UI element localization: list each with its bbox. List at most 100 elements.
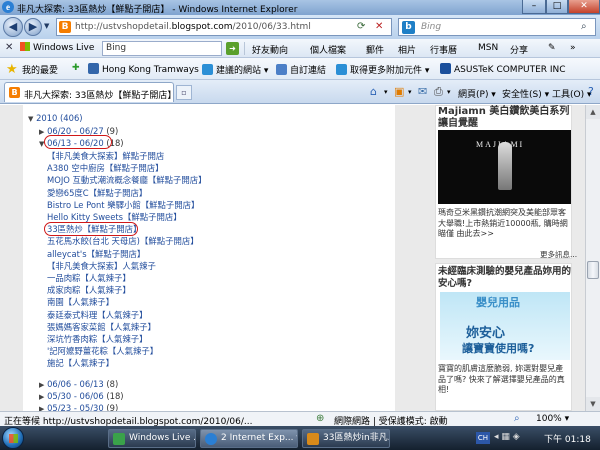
recent-pages-dropdown[interactable]: ▼ [44,22,49,30]
zoom-icon[interactable]: ⌕ [514,413,520,424]
address-bar[interactable]: B http://ustvshopdetail.blogspot.com/201… [56,18,392,36]
fav-asustek[interactable]: ASUSTeK COMPUTER INC [440,63,566,75]
refresh-icon[interactable]: ⟳ [357,21,365,32]
archive-post-link[interactable]: Bistro Le Pont 樂驛小館【鮮點子開店】 [47,199,199,211]
print-dropdown-icon[interactable]: ▾ [447,88,451,96]
wl-item-friends[interactable]: 好友動向 [252,43,288,56]
archive-week[interactable]: ▶ 05/23 - 05/30 (9) [39,403,118,411]
wl-item-share[interactable]: 分享 [510,43,528,56]
archive-post-link[interactable]: MOJO 互動式潮流概念餐廳【鮮點子開店】 [47,174,207,186]
help-icon[interactable]: ? [588,85,594,98]
wl-item-calendar[interactable]: 行事曆 [430,43,457,56]
ad-majiami[interactable]: Majiamn 美白鑽飲美白系列 讓自覺醒 MAJIAMI 瑪奇亞米黑鑽抗潮網突… [435,105,577,259]
archive-post-link[interactable]: 一品肉粽【人氣辣子】 [47,272,131,284]
task-internet-explorer[interactable]: 2 Internet Exp... ▾ [200,429,298,448]
wl-item-profile[interactable]: 個人檔案 [310,43,346,56]
blog-archive: ▼ 2010 (406) ▶ 06/20 - 06/27 (9) ▼ 06/13… [23,105,395,411]
post-title: 【非凡美食大探索】人氣辣子 [47,260,156,271]
week-count: (9) [106,126,119,136]
archive-post-link[interactable]: 泰廷泰式料理【人氣辣子】 [47,309,148,321]
fav-hong-kong-tramways[interactable]: Hong Kong Tramways [88,63,199,75]
home-icon[interactable]: ⌂ [370,85,377,98]
language-indicator[interactable]: CH [476,432,490,444]
print-icon[interactable]: ⎙ [434,85,443,99]
clock[interactable]: 下午 01:18 [544,432,591,445]
highlight-circle [44,135,112,149]
page-menu[interactable]: 網頁(P) ▾ [458,87,496,100]
ad-model-figure [498,142,512,190]
ad-baby-products[interactable]: 未經臨床測驗的嬰兒產品妳用的安心嗎? 嬰兒用品 妳安心 讓寶寶使用嗎? 寶寶的肌… [435,263,572,411]
ie-logo-icon: e [2,1,14,13]
feed-dropdown-icon[interactable]: ▾ [408,88,412,96]
favorites-button[interactable]: 我的最愛 [22,63,58,76]
post-title: 五花馬水餃(台北 天母店)【鮮點子開店】 [47,236,199,247]
taskbar: Windows Live ... 2 Internet Exp... ▾ 33區… [0,426,600,450]
archive-post-link[interactable]: 【非凡美食大探索】人氣辣子 [47,260,156,272]
favorites-star-icon[interactable]: ★ [6,62,18,77]
ad-video[interactable]: MAJIAMI [438,130,571,204]
archive-post-link[interactable]: 深坑竹香肉粽【人氣辣子】 [47,333,148,345]
archive-week[interactable]: ▶ 06/06 - 06/13 (8) [39,379,118,389]
window-title: 非凡大探索: 33區熱炒【鮮點子開店】 - Windows Internet E… [17,5,298,15]
close-button[interactable]: ✕ [568,0,600,14]
fav-label: 建議的網站 ▾ [216,66,269,76]
fav-custom-links[interactable]: 自訂連結 [276,63,326,76]
stop-icon[interactable]: ✕ [375,21,383,32]
task-video-player[interactable]: 33區熱炒in非凡... [302,429,390,448]
fav-label: Hong Kong Tramways [102,65,199,75]
wl-search-go-icon[interactable]: ➜ [226,42,239,55]
maximize-button[interactable]: □ [546,0,568,14]
minimize-button[interactable]: – [522,0,546,14]
archive-post-link[interactable]: 五花馬水餃(台北 天母店)【鮮點子開店】 [47,235,199,247]
scroll-up-icon[interactable]: ▲ [586,105,600,119]
toolbar-close-icon[interactable]: ✕ [5,42,13,53]
post-title: 一品肉粽【人氣辣子】 [47,273,131,283]
archive-post-link[interactable]: 【非凡美食大探索】鮮點子開店 [47,150,164,162]
scroll-thumb[interactable] [587,261,599,279]
start-button[interactable] [2,427,24,449]
new-tab-button[interactable]: ▫ [176,85,192,100]
tab-active[interactable]: B 非凡大探索: 33區熱炒【鮮點子開店】 [4,82,176,102]
mail-icon[interactable]: ✉ [418,85,427,98]
collapsed-arrow-icon: ▶ [39,128,45,136]
ad-more-link[interactable]: 更多訊息... [540,249,577,260]
archive-post-link[interactable]: 南園【人氣辣子】 [47,296,114,308]
tray-icons[interactable]: ◂ ▦ ◈ [494,432,520,442]
fav-get-addons[interactable]: 取得更多附加元件 ▾ [336,63,429,76]
archive-post-link[interactable]: 施記【人氣辣子】 [47,357,114,369]
archive-post-link[interactable]: 愛戀65度C【鮮點子開店】 [47,187,147,199]
archive-year[interactable]: ▼ 2010 (406) [28,113,83,123]
ad-banner[interactable]: 嬰兒用品 妳安心 讓寶寶使用嗎? [440,292,570,360]
rss-feed-icon[interactable]: ▣ [394,85,404,98]
archive-week[interactable]: ▶ 05/30 - 06/06 (18) [39,391,124,401]
fav-suggested-sites[interactable]: 建議的網站 ▾ [202,63,268,76]
search-icon[interactable]: ⌕ [581,21,587,32]
toolbar-options-icon[interactable]: » [570,43,576,53]
wl-item-msn[interactable]: MSN [478,43,498,53]
ad-headline[interactable]: 未經臨床測驗的嬰兒產品妳用的安心嗎? [438,266,571,290]
zoom-level[interactable]: 100% ▾ [536,414,569,424]
ad-headline[interactable]: Majiamn 美白鑽飲美白系列 讓自覺醒 [438,106,571,130]
bing-logo-icon: b [402,21,415,34]
safety-menu[interactable]: 安全性(S) ▾ [502,87,549,100]
scroll-down-icon[interactable]: ▼ [586,397,600,411]
archive-post-link[interactable]: alleycat's【鮮點子開店】 [47,248,145,260]
wl-search-input[interactable]: Bing [102,41,222,56]
home-dropdown-icon[interactable]: ▾ [384,88,388,96]
wl-item-photos[interactable]: 相片 [398,43,416,56]
week-count: (18) [106,391,124,401]
task-windows-live[interactable]: Windows Live ... [108,429,196,448]
archive-post-link[interactable]: '記阿嬤野薑花粽【人氣辣子】 [47,345,158,357]
add-favorite-icon[interactable]: ✚ [72,63,80,73]
wl-item-mail[interactable]: 郵件 [366,43,384,56]
forward-button[interactable]: ▶ [24,18,42,36]
tools-menu[interactable]: 工具(O) ▾ [552,87,592,100]
vertical-scrollbar[interactable]: ▲ ▼ [585,105,600,411]
pencil-icon[interactable]: ✎ [548,43,556,53]
back-button[interactable]: ◀ [3,17,23,37]
archive-post-link[interactable]: 張媽媽客家菜館【人氣辣子】 [47,321,156,333]
archive-post-link[interactable]: 成家肉粽【人氣辣子】 [47,284,131,296]
url-suffix: /2010/06/33.html [232,22,311,32]
archive-post-link[interactable]: A380 空中廚房【鮮點子開店】 [47,162,164,174]
bing-search-box[interactable]: b Bing ⌕ [398,18,596,36]
